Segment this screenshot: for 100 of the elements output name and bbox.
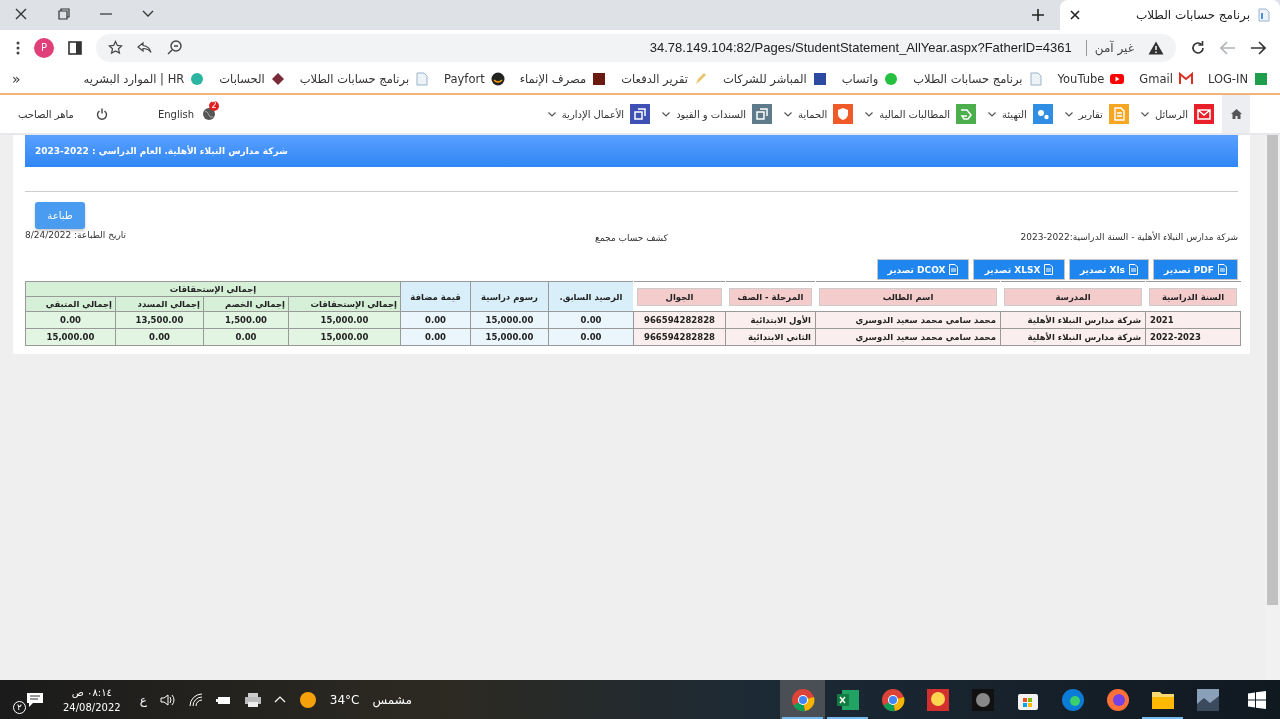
column-header: السنة الدراسية xyxy=(1149,287,1237,306)
export-button[interactable]: تصدير DCOX xyxy=(877,259,969,280)
table-cell: 966594282828 xyxy=(644,315,715,325)
close-icon[interactable] xyxy=(14,7,28,21)
bookmark-link[interactable]: الحسابات xyxy=(219,72,285,86)
menu-item[interactable]: الحماية xyxy=(784,104,854,124)
wifi-icon[interactable] xyxy=(188,692,203,707)
restore-icon[interactable] xyxy=(58,8,70,20)
language-link[interactable]: English xyxy=(157,108,195,120)
browser-icon xyxy=(1060,687,1085,712)
column-header: رسوم دراسية xyxy=(481,291,538,302)
spreadsheet-icon xyxy=(835,687,860,712)
bookmark-link[interactable]: مصرف الإنماء xyxy=(519,72,607,86)
tab-title: برنامج حسابات الطلاب xyxy=(1135,8,1250,22)
bookmark-link[interactable]: برنامج حسابات الطلاب xyxy=(299,72,430,86)
plus-icon[interactable] xyxy=(1032,9,1044,21)
report-subtitle: شركة مدارس النبلاء الأهلية - السنة الدراسية:2022-2023 xyxy=(1019,232,1238,243)
document-icon xyxy=(1028,72,1043,86)
zoom-out-icon[interactable] xyxy=(167,40,182,55)
globe-icon[interactable] xyxy=(202,107,217,121)
export-button[interactable]: تصدير PDF xyxy=(1153,259,1238,280)
table-cell: 0.00 xyxy=(60,315,81,325)
profile-avatar[interactable]: P xyxy=(34,37,54,58)
security-label[interactable]: غير آمن xyxy=(1094,40,1134,55)
column-header: اسم الطالب xyxy=(819,287,997,306)
table-cell: 15,000.00 xyxy=(46,332,95,342)
side-panel-icon[interactable] xyxy=(68,40,82,55)
bookmark-link[interactable]: YouTube xyxy=(1057,72,1125,86)
menu-item[interactable]: الأعمال الإدارية xyxy=(547,104,651,124)
overflow-chevron[interactable]: » xyxy=(12,71,21,87)
column-header: إجمالي المسدد xyxy=(137,299,200,309)
notification-icon[interactable] xyxy=(26,691,44,708)
power-icon[interactable] xyxy=(95,108,108,120)
bookmark-link[interactable]: Gmail xyxy=(1139,72,1193,86)
table-cell: 15,000.00 xyxy=(320,315,369,325)
bookmark-link[interactable]: الموارد البشريه | HR xyxy=(83,72,205,86)
document-icon xyxy=(415,72,430,86)
scrollbar-thumb[interactable] xyxy=(1267,135,1278,605)
close-icon[interactable] xyxy=(1070,10,1080,20)
bookmark-link[interactable]: تقرير الدفعات xyxy=(621,72,708,86)
app-icon xyxy=(970,687,995,712)
chevron-down-icon[interactable] xyxy=(142,10,154,18)
menu-item[interactable]: التهيئة xyxy=(988,104,1053,124)
menu-item[interactable]: المطالبات المالية xyxy=(865,104,976,124)
reload-icon[interactable] xyxy=(1190,39,1206,56)
sun-icon[interactable] xyxy=(298,690,317,709)
printer-icon[interactable] xyxy=(244,692,261,707)
menu-item[interactable]: السندات و القيود xyxy=(662,104,773,124)
table-cell: 15,000.00 xyxy=(485,315,534,325)
file-icon xyxy=(949,264,959,275)
copy-icon xyxy=(630,104,651,124)
caret-icon xyxy=(988,111,996,117)
smile-icon xyxy=(490,72,505,86)
menu-icon[interactable] xyxy=(16,40,20,55)
caret-icon xyxy=(547,111,556,117)
browser-icon xyxy=(1105,687,1130,712)
start-icon[interactable] xyxy=(1248,690,1266,709)
browser-tab[interactable]: برنامج حسابات الطلاب xyxy=(1060,0,1280,30)
chevron-up-icon[interactable] xyxy=(273,696,286,703)
star-icon[interactable] xyxy=(108,40,123,55)
column-header: إجمالي الإستحقاقات xyxy=(310,299,397,309)
table-cell: محمد سامي محمد سعيد الدوسري xyxy=(855,332,996,342)
table-cell: 0.00 xyxy=(425,315,446,325)
bookmark-link[interactable]: Payfort xyxy=(444,72,505,86)
table-cell: 1,500.00 xyxy=(225,315,267,325)
table-cell: 0.00 xyxy=(425,332,446,342)
bookmark-link[interactable]: المباشر للشركات xyxy=(722,72,827,86)
input-language[interactable]: ع xyxy=(139,692,147,707)
user-name[interactable]: ماهر الصاحب xyxy=(18,108,74,120)
share-icon[interactable] xyxy=(137,40,153,55)
caret-icon xyxy=(865,111,874,117)
speaker-icon[interactable] xyxy=(159,692,176,707)
table-cell: 0.00 xyxy=(580,315,602,325)
menu-item[interactable]: تقارير xyxy=(1064,104,1129,124)
home-icon xyxy=(1230,109,1242,119)
column-header: الرصيد السابق. xyxy=(559,291,623,302)
table-cell: 966594282828 xyxy=(644,332,715,342)
column-header: المدرسة xyxy=(1004,287,1142,306)
table-cell: الثاني الابتدائية xyxy=(747,332,811,342)
diamond-icon xyxy=(270,72,285,86)
home-button[interactable] xyxy=(1222,95,1250,133)
caret-icon xyxy=(784,111,793,117)
forward-arrow-icon[interactable] xyxy=(1250,40,1266,55)
url-text: 34.78.149.104:82/Pages/StudentStatement_AllYear.aspx?FatherID=4361 xyxy=(649,40,1072,55)
temperature[interactable]: 34°C xyxy=(329,692,360,707)
browser-icon xyxy=(880,687,905,712)
pencil-icon xyxy=(693,72,708,86)
export-button[interactable]: تصدير XLSX xyxy=(973,259,1065,280)
column-header: قيمة مضافة xyxy=(410,291,461,302)
weather-label[interactable]: مشمس xyxy=(372,692,412,707)
menu-item[interactable]: الرسائل xyxy=(1140,104,1214,124)
export-button[interactable]: تصدير Xls xyxy=(1069,259,1149,280)
file-icon xyxy=(1217,264,1227,275)
report-title: كشف حساب مجمع xyxy=(595,233,668,243)
mail-icon xyxy=(1178,72,1193,86)
bookmark-link[interactable]: برنامج حسابات الطلاب xyxy=(913,72,1043,86)
table-cell: شركة مدارس النبلاء الأهلية xyxy=(1027,332,1141,342)
document-icon xyxy=(1258,8,1270,22)
bookmark-link[interactable]: LOG-IN xyxy=(1207,72,1268,86)
bookmark-link[interactable]: واتساب xyxy=(841,72,899,86)
